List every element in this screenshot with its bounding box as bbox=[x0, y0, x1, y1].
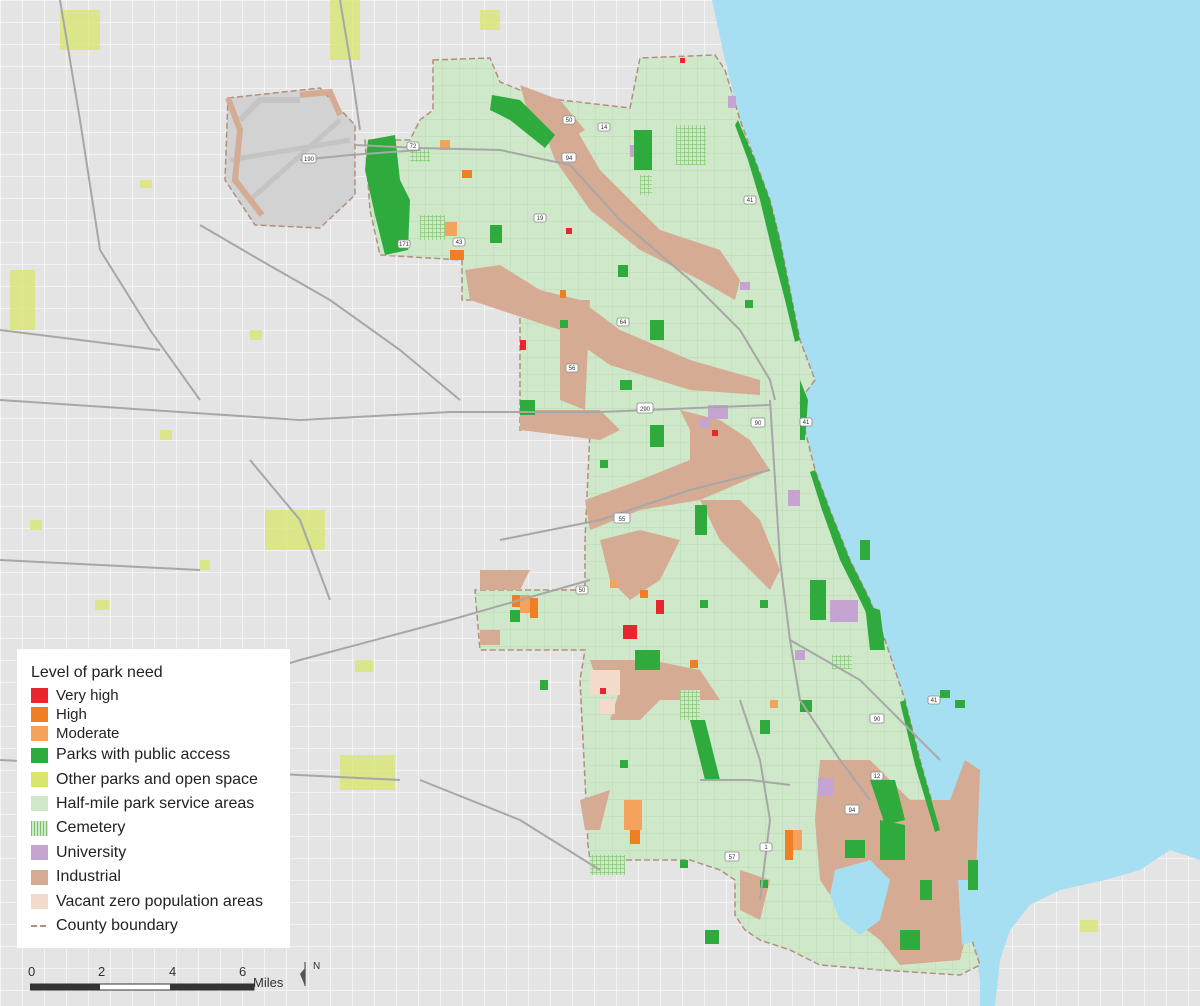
svg-text:41: 41 bbox=[931, 698, 938, 704]
legend-label: University bbox=[56, 843, 127, 861]
legend-label: Industrial bbox=[56, 868, 121, 886]
shield-22: 1 bbox=[759, 842, 773, 852]
shield-7: 41 bbox=[743, 195, 757, 205]
legend-label: High bbox=[56, 706, 87, 723]
scale-tick-label: 2 bbox=[98, 964, 106, 979]
legend-label: Very high bbox=[56, 687, 119, 704]
shield-4: 14 bbox=[597, 122, 611, 132]
legend-label: Parks with public access bbox=[56, 746, 231, 764]
svg-text:64: 64 bbox=[620, 320, 627, 326]
other-parks-swatch bbox=[31, 772, 48, 788]
shield-19: 12 bbox=[870, 771, 884, 781]
legend-label: Vacant zero population areas bbox=[56, 892, 263, 910]
shield-8: 171 bbox=[397, 239, 411, 249]
svg-text:19: 19 bbox=[537, 216, 544, 222]
shield-5: 94 bbox=[561, 152, 577, 163]
svg-text:290: 290 bbox=[640, 407, 651, 413]
svg-text:55: 55 bbox=[619, 517, 626, 523]
legend-item-high: High bbox=[31, 705, 290, 724]
shield-16: 50 bbox=[575, 585, 589, 595]
service-areas-swatch bbox=[31, 796, 48, 812]
university-swatch bbox=[31, 845, 48, 861]
shield-11: 56 bbox=[565, 363, 579, 373]
svg-text:41: 41 bbox=[747, 198, 754, 204]
moderate-swatch bbox=[31, 726, 48, 741]
map-legend: Level of park need Very high High Modera… bbox=[17, 649, 290, 948]
svg-text:57: 57 bbox=[729, 855, 736, 861]
legend-label: Moderate bbox=[56, 725, 120, 742]
public-parks-swatch bbox=[31, 747, 48, 763]
legend-item-very-high: Very high bbox=[31, 686, 290, 705]
north-arrow-graphic: N bbox=[300, 961, 320, 986]
county-boundary-swatch bbox=[31, 924, 48, 927]
svg-text:56: 56 bbox=[569, 366, 576, 372]
svg-text:43: 43 bbox=[456, 240, 463, 246]
legend-label: Half-mile park service areas bbox=[56, 794, 255, 812]
legend-item-service-areas: Half-mile park service areas bbox=[31, 792, 290, 816]
svg-text:12: 12 bbox=[874, 774, 881, 780]
svg-text:90: 90 bbox=[755, 421, 762, 427]
legend-label: Other parks and open space bbox=[56, 770, 258, 788]
very-high-swatch bbox=[31, 688, 48, 703]
shield-12: 290 bbox=[636, 402, 654, 414]
legend-item-vacant: Vacant zero population areas bbox=[31, 889, 290, 913]
shield-13: 90 bbox=[750, 417, 766, 428]
high-swatch bbox=[31, 707, 48, 722]
svg-text:50: 50 bbox=[579, 588, 586, 594]
scale-bar: 0 2 4 6 Miles bbox=[24, 958, 324, 998]
shield-21: 57 bbox=[724, 851, 740, 862]
shield-6: 19 bbox=[533, 213, 547, 223]
legend-item-other-parks: Other parks and open space bbox=[31, 767, 290, 791]
north-label: N bbox=[313, 961, 320, 972]
ohare-area bbox=[224, 87, 356, 229]
industrial-swatch bbox=[31, 869, 48, 885]
legend-label: Cemetery bbox=[56, 819, 126, 837]
shield-17: 41 bbox=[927, 695, 941, 705]
legend-item-cemetery: Cemetery bbox=[31, 816, 290, 840]
shield-1: 190 bbox=[301, 153, 317, 164]
scale-unit: Miles bbox=[253, 975, 284, 990]
svg-text:171: 171 bbox=[399, 242, 410, 248]
legend-item-public-parks: Parks with public access bbox=[31, 743, 290, 767]
scale-bar-graphic bbox=[30, 983, 255, 991]
svg-text:72: 72 bbox=[410, 144, 417, 150]
legend-item-industrial: Industrial bbox=[31, 865, 290, 889]
svg-text:190: 190 bbox=[304, 157, 315, 163]
shield-15: 55 bbox=[613, 512, 631, 524]
shield-20: 94 bbox=[844, 804, 860, 815]
legend-item-moderate: Moderate bbox=[31, 724, 290, 743]
shield-3: 50 bbox=[562, 115, 576, 125]
legend-item-university: University bbox=[31, 841, 290, 865]
svg-text:94: 94 bbox=[849, 808, 856, 814]
svg-text:14: 14 bbox=[601, 125, 608, 131]
shield-9: 43 bbox=[452, 237, 466, 247]
svg-text:50: 50 bbox=[566, 118, 573, 124]
legend-item-county-boundary: County boundary bbox=[31, 914, 290, 938]
scale-tick-label: 6 bbox=[239, 964, 247, 979]
shield-10: 64 bbox=[616, 317, 630, 327]
svg-text:41: 41 bbox=[803, 420, 810, 426]
shield-18: 90 bbox=[869, 713, 885, 724]
cemetery-swatch bbox=[31, 820, 48, 836]
north-arrow-icon: N bbox=[300, 958, 320, 990]
svg-text:90: 90 bbox=[874, 717, 881, 723]
scale-tick-label: 4 bbox=[169, 964, 177, 979]
svg-text:94: 94 bbox=[566, 156, 573, 162]
scale-tick-label: 0 bbox=[28, 964, 36, 979]
shield-14: 41 bbox=[799, 417, 813, 427]
vacant-swatch bbox=[31, 894, 48, 910]
legend-title: Level of park need bbox=[31, 664, 163, 681]
shield-2: 72 bbox=[406, 141, 420, 151]
legend-label: County boundary bbox=[56, 916, 178, 934]
